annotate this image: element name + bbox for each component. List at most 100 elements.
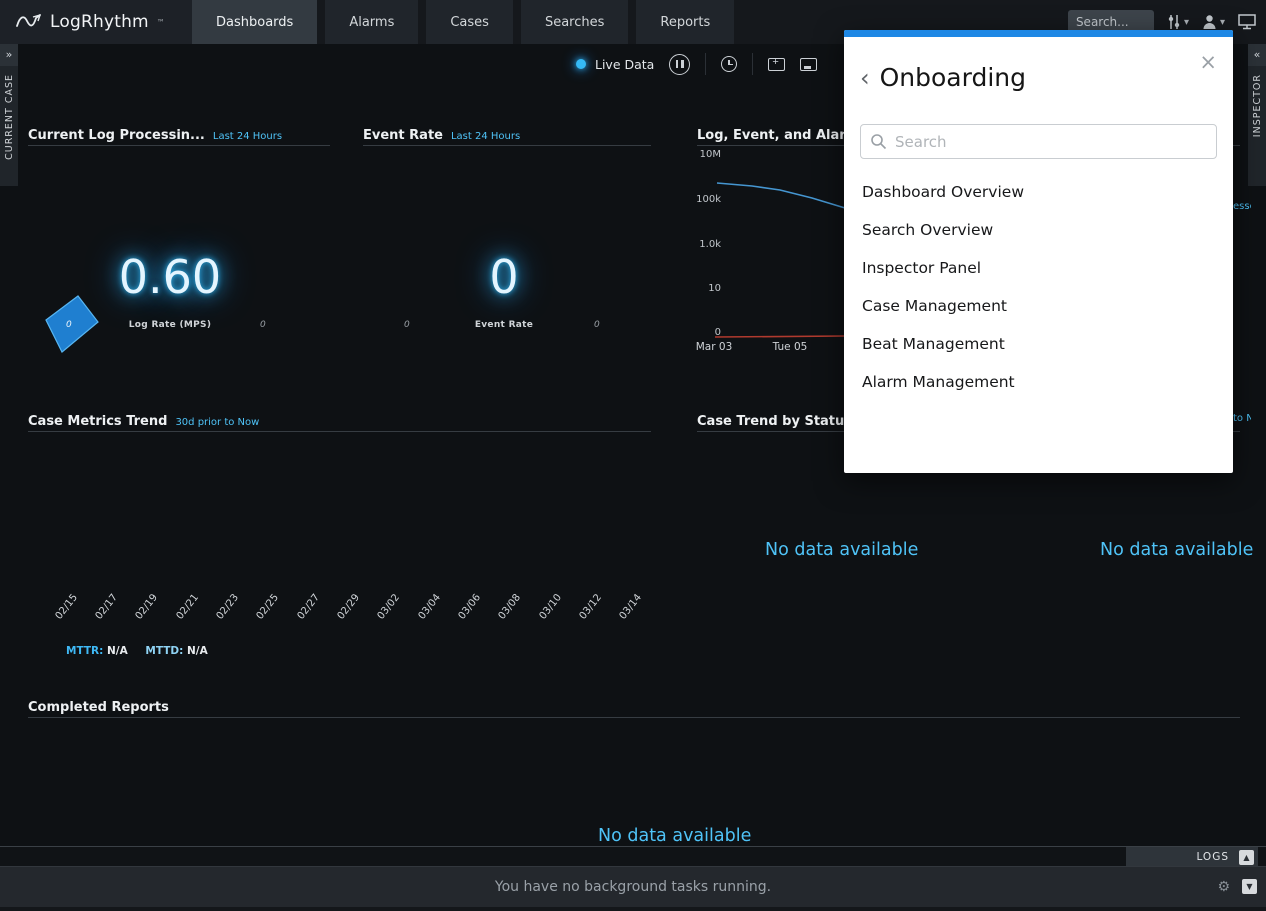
date-tick: 03/08 bbox=[490, 592, 523, 630]
tab-dashboards[interactable]: Dashboards bbox=[192, 0, 317, 44]
onboarding-list: Dashboard Overview Search Overview Inspe… bbox=[844, 173, 1233, 401]
current-case-tab[interactable]: » CURRENT CASE bbox=[0, 44, 18, 186]
close-icon[interactable]: × bbox=[1199, 52, 1217, 73]
date-tick: 02/27 bbox=[289, 592, 322, 630]
log-rate-value: 0.60 bbox=[20, 250, 320, 304]
live-data-dot-icon bbox=[576, 59, 586, 69]
current-case-label: CURRENT CASE bbox=[4, 74, 15, 160]
brand-name: LogRhythm bbox=[50, 12, 149, 32]
logs-label: LOGS bbox=[1196, 851, 1229, 863]
tab-alarms[interactable]: Alarms bbox=[325, 0, 418, 44]
onboarding-panel: ‹ Onboarding × Dashboard Overview Search… bbox=[844, 30, 1233, 473]
mttr-value: N/A bbox=[107, 645, 128, 657]
case-trend-no-data: No data available bbox=[765, 540, 918, 560]
mttd-label: MTTD: bbox=[145, 645, 183, 657]
date-tick: 02/17 bbox=[87, 592, 120, 630]
pause-button[interactable] bbox=[669, 54, 690, 75]
onboarding-search-input[interactable] bbox=[860, 124, 1217, 159]
log-processing-range: Last 24 Hours bbox=[213, 131, 282, 142]
person-icon bbox=[1202, 14, 1217, 30]
x-tick: Tue 05 bbox=[767, 341, 813, 353]
back-icon[interactable]: ‹ bbox=[860, 66, 870, 90]
date-tick: 02/23 bbox=[208, 592, 241, 630]
case-trend-panel-title: Case Trend by Status bbox=[697, 410, 852, 429]
expand-left-icon[interactable]: « bbox=[1248, 44, 1266, 66]
date-tick: 02/25 bbox=[248, 592, 281, 630]
date-tick: 02/29 bbox=[329, 592, 362, 630]
status-text: You have no background tasks running. bbox=[495, 879, 771, 895]
date-tick: 03/12 bbox=[571, 592, 604, 630]
caret-down-icon: ▾ bbox=[1184, 17, 1189, 28]
caret-down-icon: ▾ bbox=[1220, 17, 1225, 28]
onboarding-item-inspector-panel[interactable]: Inspector Panel bbox=[844, 249, 1233, 287]
event-rate-label: Event Rate bbox=[360, 320, 648, 330]
collapse-statusbar-icon[interactable]: ▼ bbox=[1242, 879, 1257, 894]
case-metrics-range: 30d prior to Now bbox=[175, 417, 259, 428]
log-rate-line bbox=[717, 183, 845, 208]
date-tick: 02/21 bbox=[168, 592, 201, 630]
live-data-label: Live Data bbox=[595, 57, 654, 72]
tab-cases[interactable]: Cases bbox=[426, 0, 513, 44]
log-rate-label: Log Rate (MPS) bbox=[20, 320, 320, 330]
event-rate-range: Last 24 Hours bbox=[451, 131, 520, 142]
alarm-rate-line bbox=[715, 336, 845, 337]
user-menu-icon[interactable]: ▾ bbox=[1202, 14, 1225, 30]
mttd-value: N/A bbox=[187, 645, 208, 657]
live-data-indicator[interactable]: Live Data bbox=[576, 57, 654, 72]
bottom-strip bbox=[0, 907, 1266, 911]
window-export-icon bbox=[800, 58, 817, 71]
app-root: LogRhythm ™ Dashboards Alarms Cases Sear… bbox=[0, 0, 1266, 911]
onboarding-item-beat-management[interactable]: Beat Management bbox=[844, 325, 1233, 363]
expand-logs-icon[interactable]: ▲ bbox=[1239, 850, 1254, 865]
event-rate-value: 0 bbox=[360, 250, 648, 304]
pause-icon bbox=[669, 54, 690, 75]
mttr-label: MTTR: bbox=[66, 645, 103, 657]
separator bbox=[28, 717, 1240, 718]
inspector-tab[interactable]: « INSPECTOR bbox=[1248, 44, 1266, 186]
export-dashboard-button[interactable] bbox=[800, 58, 817, 71]
expand-right-icon[interactable]: » bbox=[0, 44, 18, 66]
inspector-label: INSPECTOR bbox=[1252, 74, 1263, 137]
tab-searches[interactable]: Searches bbox=[521, 0, 628, 44]
display-options-icon[interactable] bbox=[1238, 14, 1256, 30]
onboarding-item-alarm-management[interactable]: Alarm Management bbox=[844, 363, 1233, 401]
main-nav-tabs: Dashboards Alarms Cases Searches Reports bbox=[192, 0, 742, 44]
background-tasks-statusbar: You have no background tasks running. ⚙ … bbox=[0, 866, 1266, 907]
time-range-button[interactable] bbox=[721, 56, 737, 72]
date-tick: 02/19 bbox=[127, 592, 160, 630]
add-widget-button[interactable] bbox=[768, 58, 785, 71]
toolbar-divider bbox=[705, 53, 706, 75]
event-gauge-max-label: 0 bbox=[594, 320, 600, 330]
onboarding-item-case-management[interactable]: Case Management bbox=[844, 287, 1233, 325]
range-fragment: to N bbox=[1233, 413, 1251, 424]
right-panel-no-data: No data available bbox=[1100, 540, 1253, 560]
toolbar-divider bbox=[752, 53, 753, 75]
settings-gear-icon[interactable]: ⚙ bbox=[1217, 879, 1230, 895]
gauge-max-label: 0 bbox=[260, 320, 266, 330]
date-tick: 02/15 bbox=[47, 592, 80, 630]
filter-settings-icon[interactable]: ▾ bbox=[1167, 14, 1189, 30]
onboarding-search bbox=[860, 124, 1217, 159]
onboarding-title: Onboarding bbox=[880, 63, 1026, 92]
date-tick: 03/14 bbox=[611, 592, 644, 630]
sliders-icon bbox=[1167, 14, 1181, 30]
completed-reports-no-data: No data available bbox=[598, 826, 751, 846]
event-rate-panel-title: Event RateLast 24 Hours bbox=[363, 124, 520, 143]
logs-tab[interactable]: LOGS ▲ bbox=[1126, 847, 1258, 867]
completed-reports-panel-title: Completed Reports bbox=[28, 696, 169, 715]
log-event-alarm-panel-title: Log, Event, and Alarm bbox=[697, 124, 859, 143]
separator bbox=[28, 431, 651, 432]
logrhythm-logo[interactable]: LogRhythm ™ bbox=[0, 0, 192, 44]
onboarding-item-search-overview[interactable]: Search Overview bbox=[844, 211, 1233, 249]
search-icon bbox=[870, 133, 887, 150]
date-tick: 03/02 bbox=[369, 592, 402, 630]
mttr-mttd-line: MTTR: N/A MTTD: N/A bbox=[66, 645, 208, 657]
separator bbox=[28, 145, 330, 146]
x-tick: Mar 03 bbox=[691, 341, 737, 353]
tab-reports[interactable]: Reports bbox=[636, 0, 734, 44]
date-tick: 03/10 bbox=[531, 592, 564, 630]
brand-trademark: ™ bbox=[157, 18, 165, 27]
log-processing-panel-title: Current Log Processin...Last 24 Hours bbox=[28, 124, 282, 143]
onboarding-item-dashboard-overview[interactable]: Dashboard Overview bbox=[844, 173, 1233, 211]
case-metrics-panel-title: Case Metrics Trend30d prior to Now bbox=[28, 410, 259, 429]
